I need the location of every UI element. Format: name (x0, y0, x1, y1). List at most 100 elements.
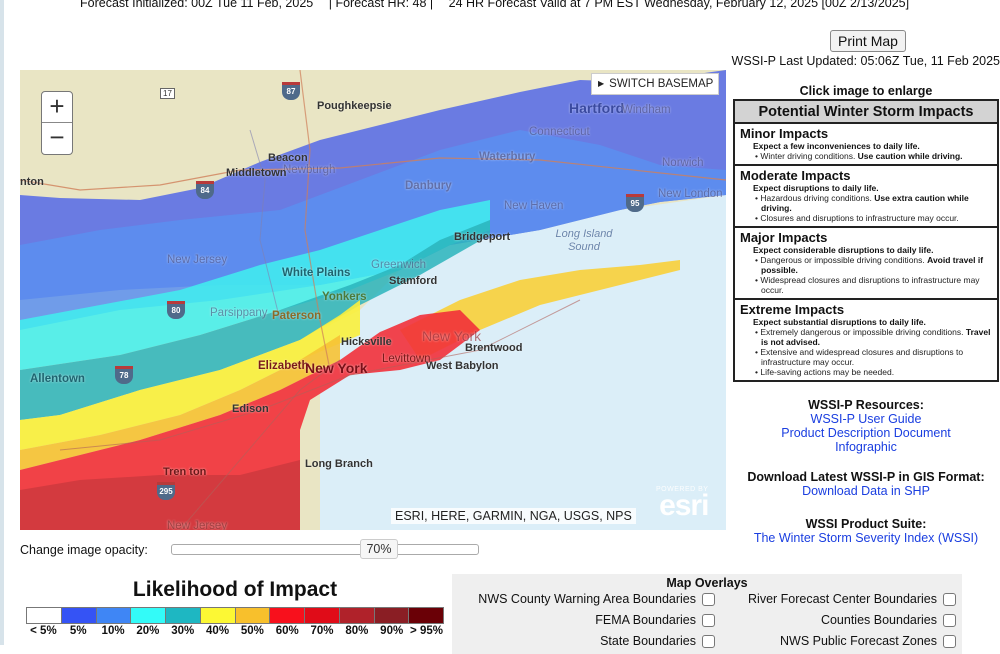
impact-bullet-text: Dangerous or impossible driving conditio… (760, 255, 928, 265)
product-description-link[interactable]: Product Description Document (733, 426, 999, 440)
opacity-slider-handle[interactable]: 70% (360, 539, 398, 559)
legend-label: 50% (240, 625, 264, 637)
label-allentown: Allentown (30, 373, 85, 385)
label-trenton: Tren ton (163, 466, 207, 478)
overlay-rfc-boundaries[interactable]: River Forecast Center Boundaries (748, 592, 956, 606)
label-elizabeth: Elizabeth (258, 360, 309, 372)
legend-color-bar (26, 607, 444, 624)
label-hartford: Hartford (569, 100, 625, 116)
impact-level-name: Major Impacts (740, 230, 828, 245)
download-shp-link[interactable]: Download Data in SHP (733, 484, 999, 498)
legend-label: 70% (310, 625, 334, 637)
print-map-button[interactable]: Print Map (830, 30, 906, 52)
wssi-map[interactable]: + − ▶ SWITCH BASEMAP 87 17 84 80 78 95 29… (20, 70, 726, 530)
legend-label: > 95% (410, 625, 443, 637)
overlay-cwa-label: NWS County Warning Area Boundaries (478, 592, 696, 606)
winter-storm-impacts-graphic[interactable]: Potential Winter Storm Impacts Minor Imp… (733, 99, 999, 382)
overlay-rfc-label: River Forecast Center Boundaries (748, 592, 937, 606)
route-17-sign: 17 (160, 88, 175, 99)
overlay-forecast-zones[interactable]: NWS Public Forecast Zones (780, 634, 956, 648)
impact-bullet-text: Closures and disruptions to infrastructu… (760, 213, 959, 223)
label-poughkeepsie: Poughkeepsie (317, 100, 392, 112)
overlay-zones-checkbox[interactable] (943, 635, 956, 648)
forecast-valid-time: 24 HR Forecast Valid at 7 PM EST Wednesd… (448, 0, 910, 10)
label-beacon: Beacon (268, 152, 308, 164)
opacity-slider-track[interactable] (171, 544, 479, 555)
legend-label: < 5% (30, 625, 57, 637)
download-section: Download Latest WSSI-P in GIS Format: Do… (733, 470, 999, 498)
impact-bullet-text: Life-saving actions may be needed. (760, 367, 895, 377)
legend-swatch (270, 608, 305, 623)
impact-level: Extreme Impacts Expect substantial disrup… (735, 300, 997, 380)
overlay-county-checkbox[interactable] (943, 614, 956, 627)
map-base-layer (20, 70, 726, 530)
switch-basemap-label: SWITCH BASEMAP (609, 78, 714, 90)
overlay-rfc-checkbox[interactable] (943, 593, 956, 606)
resources-title: WSSI-P Resources: (808, 398, 924, 412)
impact-bullet: Life-saving actions may be needed. (760, 367, 993, 377)
map-overlays-title: Map Overlays (666, 576, 748, 590)
switch-basemap-button[interactable]: ▶ SWITCH BASEMAP (591, 73, 719, 95)
legend-swatch (96, 608, 132, 623)
click-to-enlarge-label: Click image to enlarge (799, 84, 933, 98)
legend-swatch (27, 608, 62, 623)
wssi-link[interactable]: The Winter Storm Severity Index (WSSI) (733, 531, 999, 545)
impact-level: Moderate Impacts Expect disruptions to da… (735, 166, 997, 228)
legend-swatch (374, 608, 410, 623)
label-stamford: Stamford (389, 275, 438, 287)
label-long-island-sound: Long Island Sound (555, 228, 613, 253)
overlay-fema-label: FEMA Boundaries (595, 613, 696, 627)
zoom-in-button[interactable]: + (42, 92, 72, 123)
legend-swatch (305, 608, 340, 623)
user-guide-link[interactable]: WSSI-P User Guide (733, 412, 999, 426)
overlay-state-checkbox[interactable] (702, 635, 715, 648)
zoom-out-button[interactable]: − (42, 123, 72, 154)
product-suite-section: WSSI Product Suite: The Winter Storm Sev… (733, 517, 999, 545)
download-title: Download Latest WSSI-P in GIS Format: (747, 470, 985, 484)
esri-logo[interactable]: POWERED BY esri (656, 486, 709, 521)
legend-swatch (409, 608, 443, 623)
label-yonkers: Yonkers (322, 291, 367, 303)
label-binghamton: nton (20, 176, 44, 188)
overlay-cwa-boundaries[interactable]: NWS County Warning Area Boundaries (478, 592, 715, 606)
legend-label: 80% (345, 625, 369, 637)
map-attribution: ESRI, HERE, GARMIN, NGA, USGS, NPS (391, 508, 636, 524)
impact-bullet: Dangerous or impossible driving conditio… (760, 255, 993, 275)
overlay-cwa-checkbox[interactable] (702, 593, 715, 606)
label-new-jersey-south: New Jersey (167, 520, 228, 530)
label-connecticut: Connecticut (529, 126, 590, 138)
last-updated: WSSI-P Last Updated: 05:06Z Tue, 11 Feb … (731, 54, 1000, 68)
map-overlays-panel: Map Overlays NWS County Warning Area Bou… (452, 574, 962, 654)
impact-level-name: Extreme Impacts (740, 302, 845, 317)
infographic-link[interactable]: Infographic (733, 440, 999, 454)
impact-bullet: Closures and disruptions to infrastructu… (760, 213, 993, 223)
label-parsippany: Parsippany (210, 307, 268, 319)
label-new-haven: New Haven (504, 200, 564, 212)
impact-bullet-emphasis: Use caution while driving. (857, 151, 963, 161)
legend-label: 20% (136, 625, 160, 637)
impact-level-summary: Expect disruptions to daily life. (753, 183, 879, 193)
impact-bullet-text: Extensive and widespread closures and di… (760, 347, 964, 367)
legend-label: 60% (275, 625, 299, 637)
overlay-county-boundaries[interactable]: Counties Boundaries (821, 613, 956, 627)
label-west-babylon: West Babylon (426, 360, 499, 372)
label-bridgeport: Bridgeport (454, 231, 511, 243)
overlay-fema-checkbox[interactable] (702, 614, 715, 627)
legend-label: 5% (69, 625, 87, 637)
impact-bullet-text: Extremely dangerous or impossible drivin… (760, 327, 966, 337)
label-waterbury: Waterbury (479, 151, 536, 163)
forecast-initialized: Forecast Initialized: 00Z Tue 11 Feb, 20… (80, 0, 314, 10)
label-white-plains: White Plains (282, 267, 351, 279)
label-hicksville: Hicksville (341, 336, 392, 348)
label-new-york-city: New York (305, 360, 368, 376)
legend-swatch (166, 608, 201, 623)
overlay-state-label: State Boundaries (600, 634, 696, 648)
product-suite-title: WSSI Product Suite: (805, 517, 927, 531)
overlay-fema-boundaries[interactable]: FEMA Boundaries (595, 613, 715, 627)
label-paterson: Paterson (272, 310, 322, 322)
impact-bullet-text: Widespread closures and disruptions to i… (760, 275, 980, 295)
legend-label: 30% (171, 625, 195, 637)
resources-section: WSSI-P Resources: WSSI-P User Guide Prod… (733, 398, 999, 454)
overlay-state-boundaries[interactable]: State Boundaries (600, 634, 715, 648)
label-middletown: Middletown (226, 167, 287, 179)
